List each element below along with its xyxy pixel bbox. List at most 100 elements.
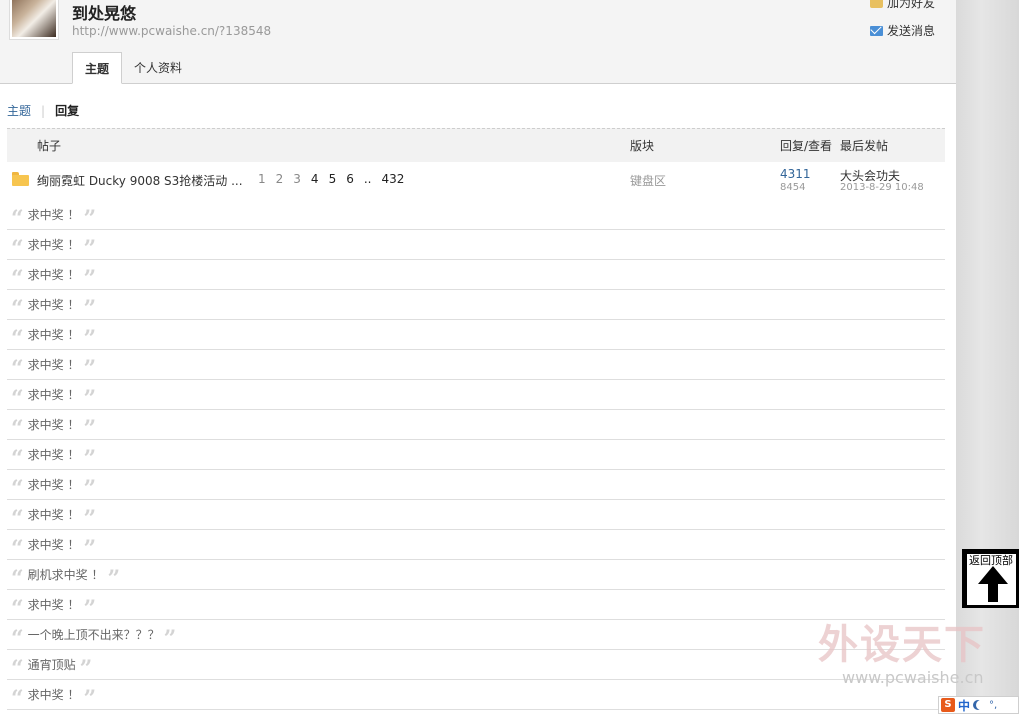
avatar-image [12, 0, 56, 37]
reply-quote: “刷机求中奖 ！” [11, 565, 121, 592]
quote-open-icon: “ [11, 565, 24, 592]
list-item: “求中奖 ！” [7, 260, 945, 290]
moon-icon[interactable] [976, 700, 986, 710]
ime-punctuation-toggle[interactable]: °, [989, 700, 997, 711]
page-link-3[interactable]: 3 [288, 172, 306, 186]
quote-close-icon: ” [83, 235, 97, 262]
reply-quote: “求中奖 ！” [11, 235, 97, 262]
avatar[interactable] [9, 0, 59, 40]
reply-quote: “求中奖 ！” [11, 685, 97, 712]
reply-text-link[interactable]: 通宵顶贴 [28, 656, 76, 673]
reply-quote: “求中奖 ！” [11, 445, 97, 472]
send-message-label: 发送消息 [887, 24, 936, 38]
profile-url[interactable]: http://www.pcwaishe.cn/?138548 [72, 24, 271, 38]
reply-text-link[interactable]: 求中奖 ！ [28, 446, 80, 463]
list-item: “通宵顶贴” [7, 650, 945, 680]
list-item: “求中奖 ！” [7, 590, 945, 620]
subnav-replies-current[interactable]: 回复 [55, 102, 79, 119]
quote-open-icon: “ [11, 325, 24, 352]
back-to-top-button[interactable]: 返回顶部 [962, 549, 1019, 608]
reply-text-link[interactable]: 求中奖 ！ [28, 506, 80, 523]
reply-text-link[interactable]: 求中奖 ！ [28, 686, 80, 703]
reply-text-link[interactable]: 求中奖 ！ [28, 536, 80, 553]
reply-quote: “求中奖 ！” [11, 535, 97, 562]
send-message-button[interactable]: 发送消息 [870, 22, 935, 39]
reply-text-link[interactable]: 一个晚上顶不出来？？？ [28, 626, 160, 643]
ime-toolbar[interactable]: S 中 °, [938, 696, 1019, 714]
subnav: 主题 | 回复 [7, 102, 79, 119]
list-item: “求中奖 ！” [7, 530, 945, 560]
column-header-post: 帖子 [37, 139, 62, 153]
thread-title-link[interactable]: 绚丽霓虹 Ducky 9008 S3抢楼活动 ... [37, 172, 243, 189]
list-item: “求中奖 ！” [7, 410, 945, 440]
reply-text-link[interactable]: 求中奖 ！ [28, 266, 80, 283]
profile-username[interactable]: 到处晃悠 [72, 0, 136, 24]
subnav-topics-link[interactable]: 主题 [7, 102, 31, 119]
quote-close-icon: ” [83, 295, 97, 322]
add-friend-icon [870, 0, 883, 8]
reply-text-link[interactable]: 求中奖 ！ [28, 296, 80, 313]
reply-quote: “求中奖 ！” [11, 325, 96, 352]
quote-open-icon: “ [11, 295, 24, 322]
thread-reply-count[interactable]: 4311 [780, 167, 811, 181]
quote-open-icon: “ [11, 205, 24, 232]
quote-close-icon: ” [83, 535, 97, 562]
page-link-6[interactable]: 6 [341, 172, 359, 186]
list-item: “求中奖 ！” [7, 440, 945, 470]
list-item: “求中奖 ！” [7, 230, 945, 260]
watermark-url: www.pcwaishe.cn [842, 668, 984, 687]
page-link-2[interactable]: 2 [271, 172, 289, 186]
reply-quote: “求中奖 ！” [11, 355, 97, 382]
column-header-last-post: 最后发帖 [840, 139, 889, 153]
reply-quote: “求中奖 ！” [11, 505, 96, 532]
quote-close-icon: ” [107, 565, 121, 592]
quote-close-icon: ” [83, 445, 97, 472]
reply-quote: “求中奖 ！” [11, 205, 96, 232]
quote-close-icon: ” [83, 685, 97, 712]
last-post-date[interactable]: 2013-8-29 10:48 [840, 182, 924, 193]
reply-quote: “求中奖 ！” [11, 596, 96, 620]
add-friend-button[interactable]: 加为好友 [870, 0, 935, 11]
list-item: “一个晚上顶不出来？？？” [7, 620, 945, 650]
quote-open-icon: “ [11, 385, 24, 412]
page-link-4[interactable]: 4 [306, 172, 324, 186]
ime-logo-icon[interactable]: S [941, 698, 955, 712]
table-header: 帖子 版块 回复/查看 最后发帖 [7, 128, 945, 162]
watermark: 外设天下 www.pcwaishe.cn [818, 612, 1008, 687]
add-friend-label: 加为好友 [887, 0, 936, 10]
list-item: “求中奖 ！” [7, 470, 945, 500]
table-row: 绚丽霓虹 Ducky 9008 S3抢楼活动 ... 1 2 3 4 5 6 .… [7, 162, 945, 200]
reply-text-link[interactable]: 求中奖 ！ [28, 476, 80, 493]
tab-profile-info[interactable]: 个人资料 [122, 52, 194, 84]
quote-open-icon: “ [11, 475, 24, 502]
page-link-5[interactable]: 5 [324, 172, 342, 186]
thread-pager: 1 2 3 4 5 6 .. 432 [253, 172, 409, 186]
reply-text-link[interactable]: 求中奖 ！ [28, 386, 80, 403]
list-item: “求中奖 ！” [7, 380, 945, 410]
ime-mode-toggle[interactable]: 中 [958, 697, 970, 714]
page-link-last[interactable]: 432 [376, 172, 409, 186]
reply-quote: “求中奖 ！” [11, 475, 96, 502]
quote-open-icon: “ [11, 505, 24, 532]
quote-close-icon: ” [83, 355, 97, 382]
reply-text-link[interactable]: 求中奖 ！ [28, 416, 80, 433]
reply-text-link[interactable]: 刷机求中奖 ！ [28, 566, 104, 583]
reply-text-link[interactable]: 求中奖 ！ [28, 356, 80, 373]
reply-text-link[interactable]: 求中奖 ！ [28, 206, 80, 223]
thread-view-count: 8454 [780, 182, 806, 193]
reply-text-link[interactable]: 求中奖 ！ [28, 326, 80, 343]
reply-text-link[interactable]: 求中奖 ！ [28, 236, 80, 253]
reply-text-link[interactable]: 求中奖 ！ [28, 596, 80, 613]
tab-topics[interactable]: 主题 [72, 52, 123, 84]
profile-header: 到处晃悠 http://www.pcwaishe.cn/?138548 加为好友… [0, 0, 956, 84]
reply-quote: “通宵顶贴” [11, 655, 92, 682]
mail-icon [870, 25, 883, 36]
thread-forum-link[interactable]: 键盘区 [630, 172, 666, 189]
quote-open-icon: “ [11, 625, 24, 652]
quote-open-icon: “ [11, 415, 24, 442]
list-item: “求中奖 ！” [7, 350, 945, 380]
page-link-1[interactable]: 1 [253, 172, 271, 186]
quote-open-icon: “ [11, 655, 24, 682]
quote-close-icon: ” [163, 625, 177, 652]
quote-open-icon: “ [11, 445, 24, 472]
